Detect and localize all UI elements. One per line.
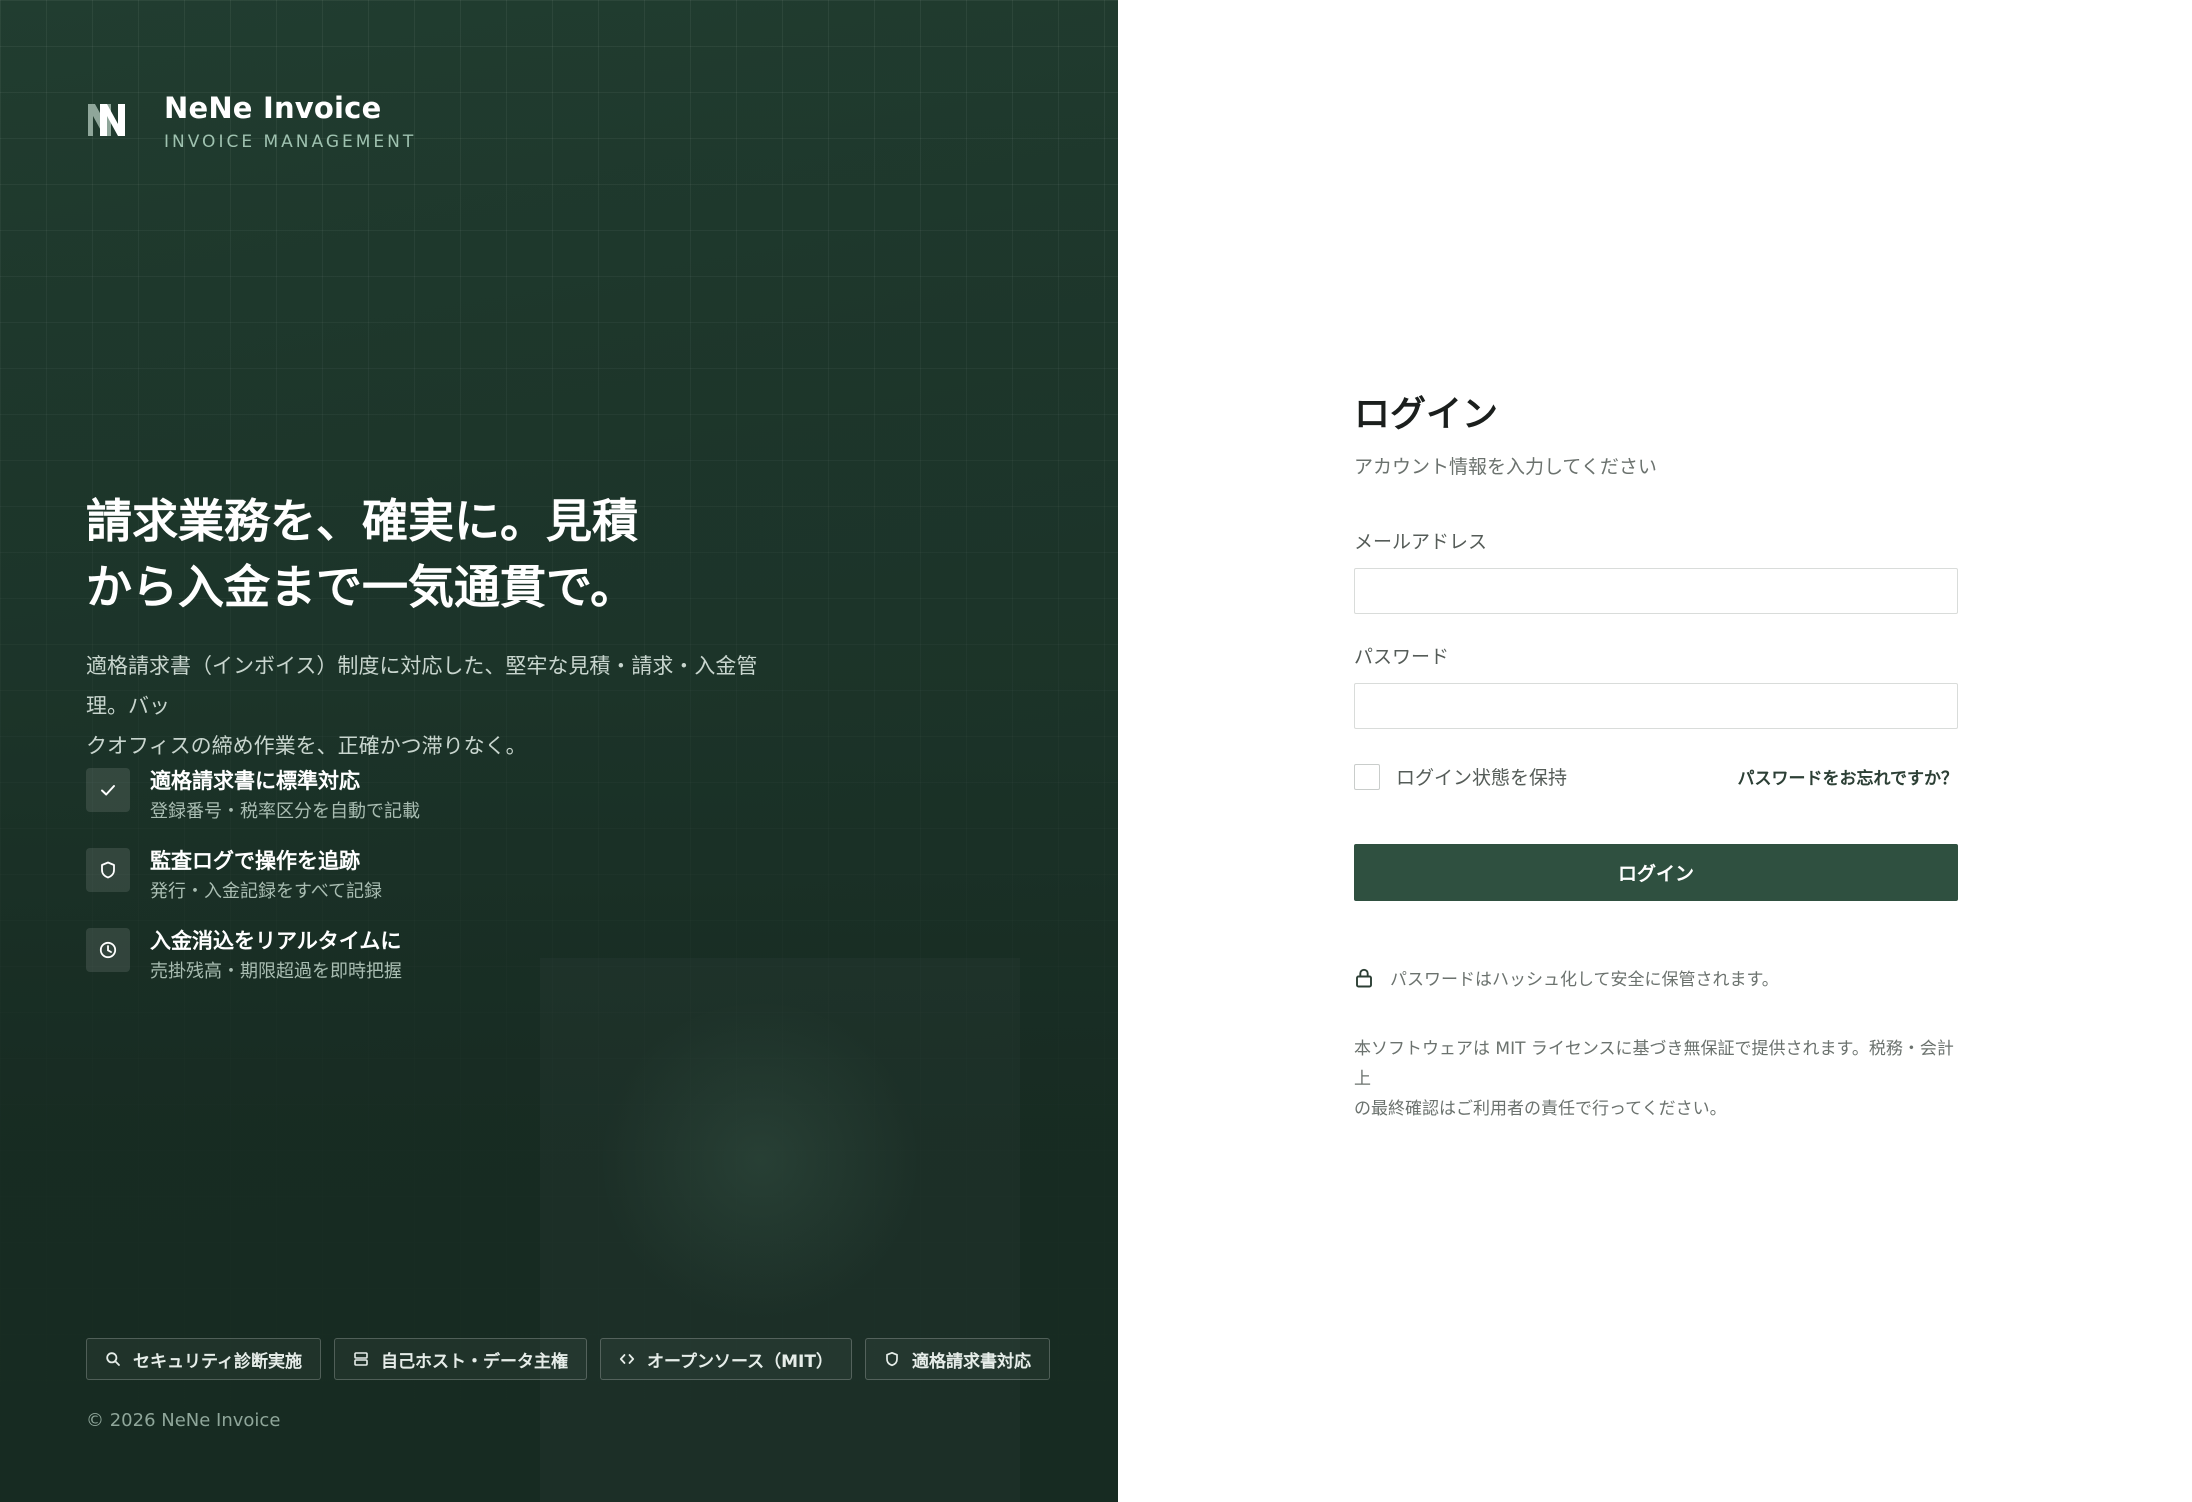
page-title: ログイン <box>1354 394 1499 435</box>
email-label: メールアドレス <box>1354 531 1488 553</box>
badge-security-audit: セキュリティ診断実施 <box>86 1338 321 1380</box>
decorative-glow <box>600 1000 920 1320</box>
feature-desc: 登録番号・税率区分を自動で記載 <box>150 801 420 822</box>
feature-item: 監査ログで操作を追跡 発行・入金記録をすべて記録 <box>86 848 420 906</box>
page-subtitle: アカウント情報を入力してください <box>1354 456 1657 478</box>
login-button[interactable]: ログイン <box>1354 844 1958 901</box>
badge-label: オープンソース（MIT） <box>646 1351 833 1372</box>
feature-title: 適格請求書に標準対応 <box>150 769 360 793</box>
legal-notice: 本ソフトウェアは MIT ライセンスに基づき無保証で提供されます。税務・会計上 … <box>1354 1034 1958 1124</box>
password-field[interactable] <box>1354 683 1958 729</box>
brand-subtitle: INVOICE MANAGEMENT <box>164 132 417 152</box>
feature-title: 監査ログで操作を追跡 <box>150 849 360 873</box>
trust-badges: セキュリティ診断実施 自己ホスト・データ主権 オープンソース（MIT） 適格請求… <box>86 1338 1063 1380</box>
security-note: パスワードはハッシュ化して安全に保管されます。 <box>1354 965 1958 990</box>
server-icon <box>354 1352 368 1366</box>
remember-row: ログイン状態を保持 パスワードをお忘れですか？ <box>1354 763 1958 790</box>
legal-line1: 本ソフトウェアは MIT ライセンスに基づき無保証で提供されます。税務・会計上 <box>1354 1039 1954 1089</box>
badge-self-host: 自己ホスト・データ主権 <box>333 1338 587 1380</box>
hero-headline-line1: 請求業務を、確実に。見積 <box>86 494 638 548</box>
badge-open-source: オープンソース（MIT） <box>599 1338 852 1380</box>
security-note-text: パスワードはハッシュ化して安全に保管されます。 <box>1390 970 1779 990</box>
feature-list: 適格請求書に標準対応 登録番号・税率区分を自動で記載 監査ログで操作を追跡 発行… <box>86 768 420 1008</box>
password-label: パスワード <box>1354 646 1450 668</box>
email-field[interactable] <box>1354 568 1958 614</box>
copyright: © 2026 NeNe Invoice <box>86 1410 281 1431</box>
badge-label: 適格請求書対応 <box>911 1351 1031 1372</box>
forgot-password-link[interactable]: パスワードをお忘れですか？ <box>1738 764 1959 789</box>
check-icon <box>86 768 130 812</box>
feature-title: 入金消込をリアルタイムに <box>150 929 402 953</box>
hero-lead: 適格請求書（インボイス）制度に対応した、堅牢な見積・請求・入金管理。バッ クオフ… <box>86 646 786 766</box>
brand-panel: NeNe Invoice INVOICE MANAGEMENT 請求業務を、確実… <box>0 0 1118 1502</box>
feature-desc: 売掛残高・期限超過を即時把握 <box>150 961 402 982</box>
badge-label: セキュリティ診断実施 <box>133 1351 302 1372</box>
search-icon <box>106 1352 120 1366</box>
badge-label: 自己ホスト・データ主権 <box>380 1351 568 1372</box>
shield-icon <box>886 1351 898 1367</box>
clock-icon <box>86 928 130 972</box>
remember-me[interactable]: ログイン状態を保持 <box>1354 763 1567 790</box>
feature-item: 適格請求書に標準対応 登録番号・税率区分を自動で記載 <box>86 768 420 826</box>
shield-icon <box>86 848 130 892</box>
hero-headline: 請求業務を、確実に。見積 から入金まで一気通貫で。 <box>86 488 706 620</box>
feature-item: 入金消込をリアルタイムに 売掛残高・期限超過を即時把握 <box>86 928 420 986</box>
hero-headline-line2: から入金まで一気通貫で。 <box>86 560 637 614</box>
code-icon <box>619 1354 635 1364</box>
login-form: ログイン アカウント情報を入力してください メールアドレス パスワード ログイン… <box>1354 390 1958 1124</box>
remember-checkbox[interactable] <box>1354 763 1380 790</box>
remember-label: ログイン状態を保持 <box>1396 767 1568 789</box>
brand-header: NeNe Invoice INVOICE MANAGEMENT <box>86 90 416 152</box>
hero-lead-line2: クオフィスの締め作業を、正確かつ滞りなく。 <box>86 734 527 758</box>
hero-lead-line1: 適格請求書（インボイス）制度に対応した、堅牢な見積・請求・入金管理。バッ <box>86 654 758 718</box>
lock-icon <box>1356 968 1372 987</box>
badge-invoice-compliance: 適格請求書対応 <box>864 1338 1050 1380</box>
nene-logo-icon <box>86 96 134 144</box>
feature-desc: 発行・入金記録をすべて記録 <box>150 881 383 902</box>
legal-line2: の最終確認はご利用者の責任で行ってください。 <box>1354 1099 1727 1119</box>
brand-name: NeNe Invoice <box>164 91 382 125</box>
